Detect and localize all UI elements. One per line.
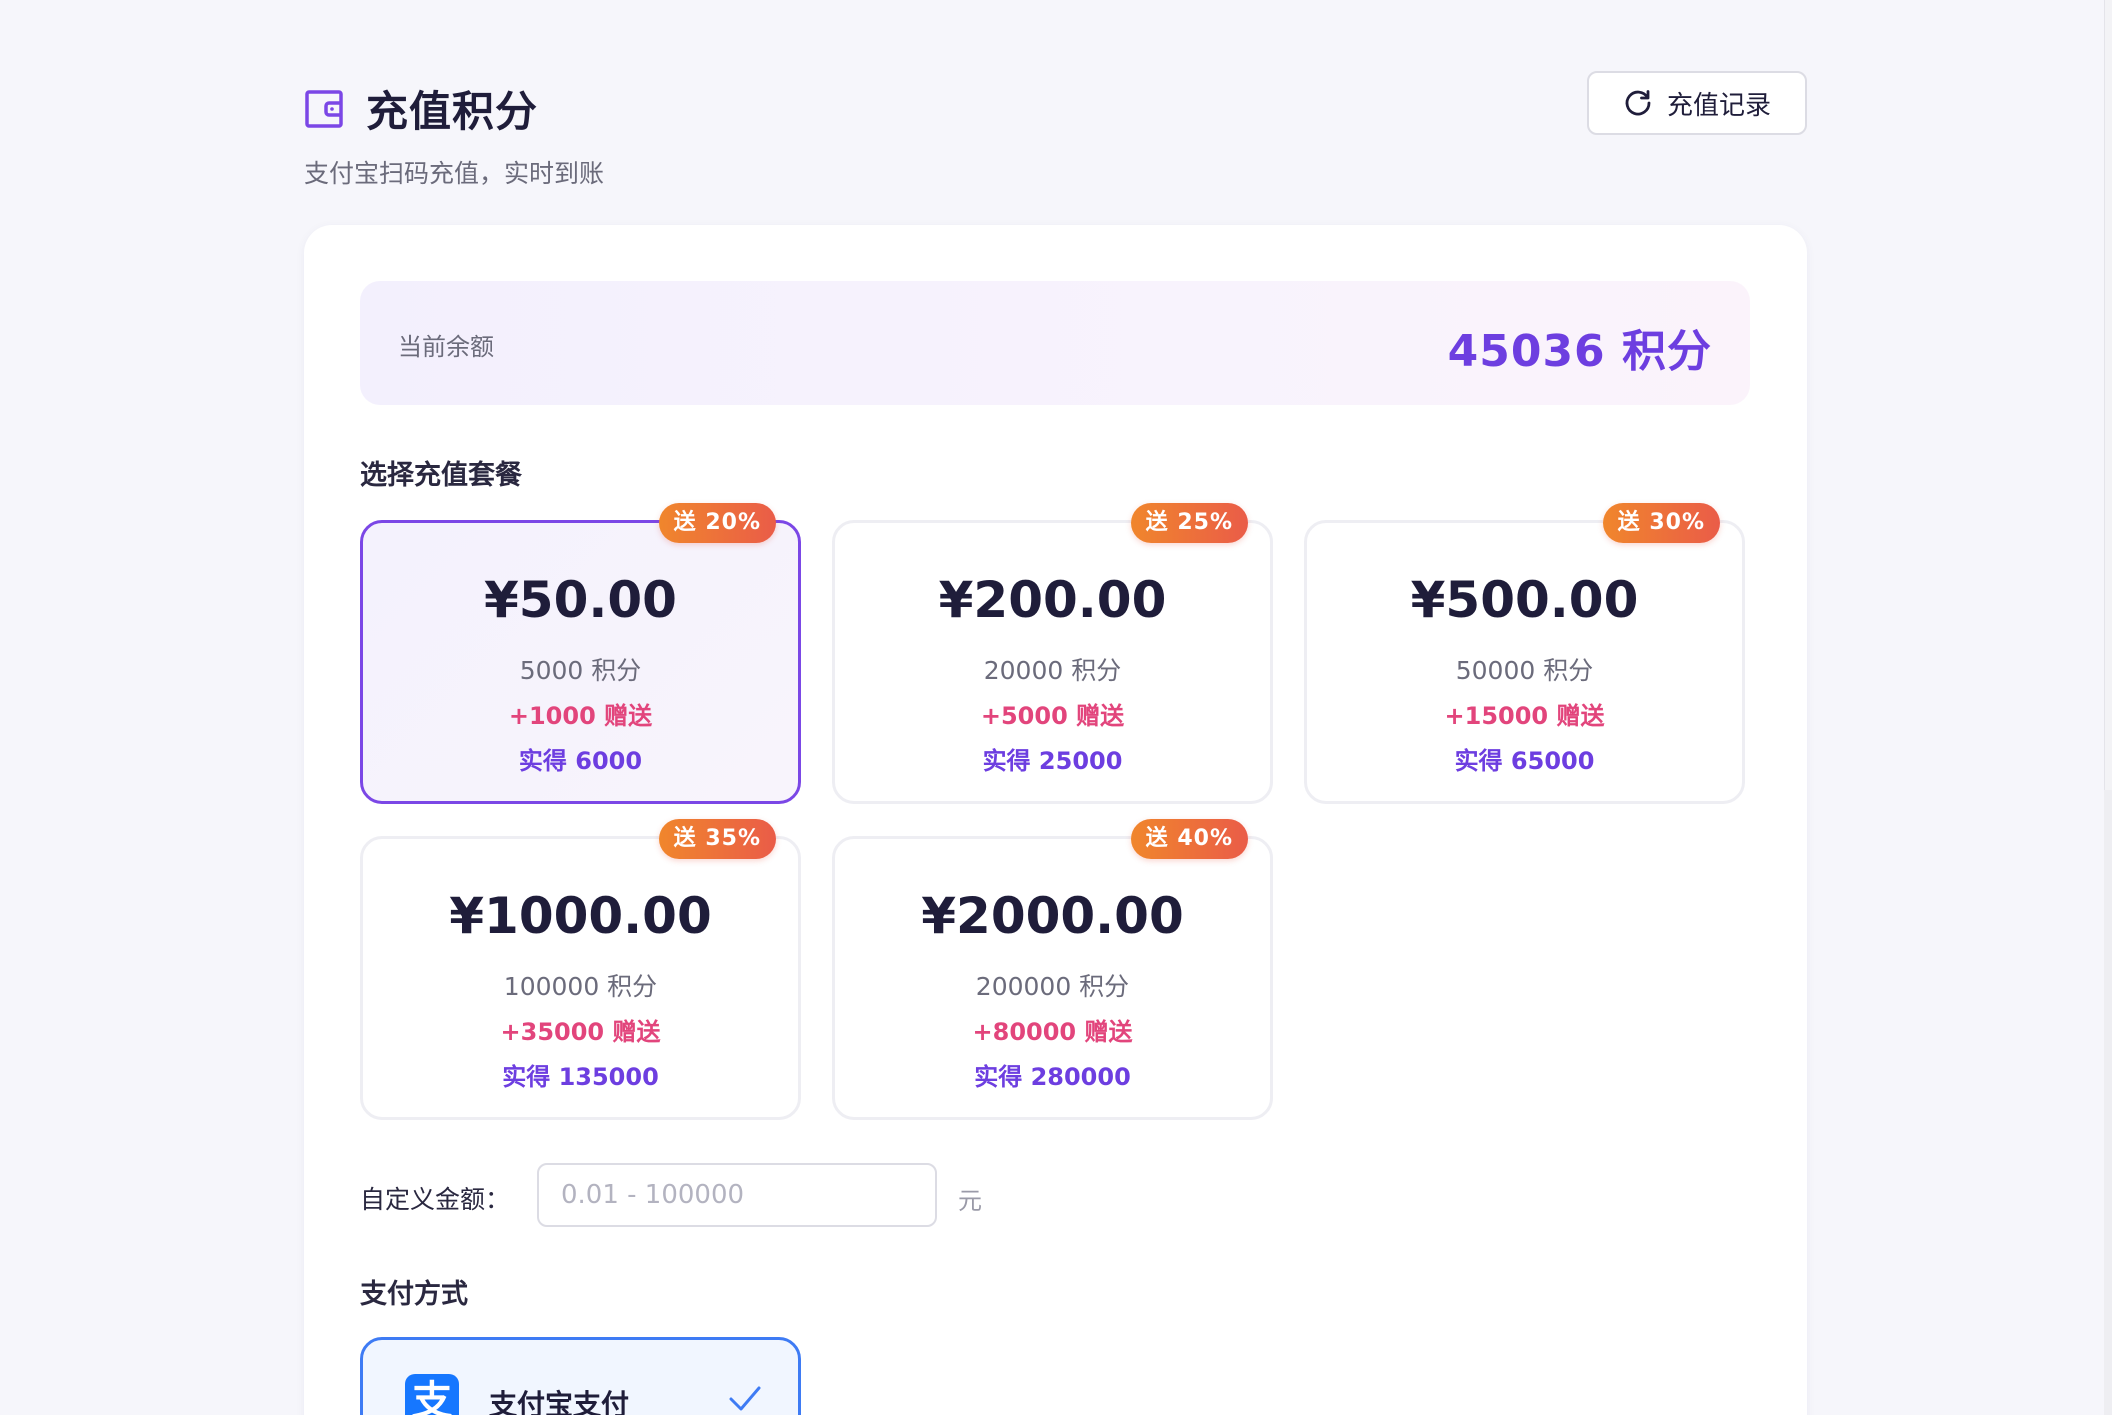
package-price: ¥1000.00: [449, 887, 712, 945]
page-header: 充值积分 支付宝扫码充值，实时到账 充值记录: [304, 71, 1807, 188]
payment-section-title: 支付方式: [360, 1279, 468, 1310]
package-points: 20000 积分: [983, 656, 1122, 685]
package-points: 50000 积分: [1455, 656, 1594, 685]
package-total: 实得 25000: [982, 747, 1123, 775]
balance-label: 当前余额: [398, 333, 494, 361]
bonus-badge: 送 35%: [658, 819, 776, 859]
package-price: ¥500.00: [1410, 571, 1639, 629]
recharge-history-label: 充值记录: [1666, 89, 1771, 120]
package-card-1000[interactable]: 送 35% ¥1000.00 100000 积分 +35000 赠送 实得 13…: [360, 819, 801, 1120]
packages-section-title: 选择充值套餐: [360, 460, 522, 491]
package-price: ¥2000.00: [921, 887, 1184, 945]
package-card-500[interactable]: 送 30% ¥500.00 50000 积分 +15000 赠送 实得 6500…: [1304, 503, 1745, 804]
custom-amount-unit: 元: [958, 1187, 982, 1215]
bonus-badge: 送 40%: [1130, 819, 1248, 859]
page-scrollbar[interactable]: [2104, 0, 2112, 1415]
package-total: 实得 280000: [974, 1063, 1131, 1091]
package-total: 实得 6000: [518, 747, 643, 775]
balance-value: 45036 积分: [1447, 326, 1712, 377]
package-total: 实得 65000: [1454, 747, 1595, 775]
bonus-badge: 送 25%: [1130, 503, 1248, 543]
bonus-badge: 送 30%: [1602, 503, 1720, 543]
package-total: 实得 135000: [502, 1063, 659, 1091]
package-card-50[interactable]: 送 20% ¥50.00 5000 积分 +1000 赠送 实得 6000: [360, 503, 801, 804]
package-card-200[interactable]: 送 25% ¥200.00 20000 积分 +5000 赠送 实得 25000: [832, 503, 1273, 804]
title-row: 充值积分: [304, 78, 538, 139]
package-card-2000[interactable]: 送 40% ¥2000.00 200000 积分 +80000 赠送 实得 28…: [832, 819, 1273, 1120]
package-points: 5000 积分: [519, 656, 642, 685]
package-points: 200000 积分: [975, 972, 1130, 1001]
page-title: 充值积分: [366, 87, 539, 136]
balance-panel: 当前余额 45036 积分: [360, 281, 1750, 405]
recharge-card: 当前余额 45036 积分 选择充值套餐 送 20% ¥50.00 5000 积…: [304, 225, 1807, 1415]
package-bonus: +5000 赠送: [980, 702, 1125, 730]
package-bonus: +1000 赠送: [508, 702, 653, 730]
payment-method-label: 支付宝支付: [489, 1388, 630, 1415]
package-price: ¥50.00: [484, 571, 677, 629]
package-bonus: +35000 赠送: [500, 1018, 661, 1046]
package-points: 100000 积分: [503, 972, 658, 1001]
wallet-icon: [305, 89, 343, 128]
check-icon: [729, 1386, 761, 1411]
alipay-option[interactable]: 支 支付宝支付: [360, 1337, 801, 1415]
custom-amount-label: 自定义金额：: [360, 1185, 511, 1214]
refresh-icon: [1625, 90, 1651, 116]
recharge-history-button[interactable]: 充值记录: [1587, 71, 1807, 135]
package-price: ¥200.00: [938, 571, 1167, 629]
package-bonus: +80000 赠送: [972, 1018, 1133, 1046]
scrollbar-thumb[interactable]: [2104, 0, 2112, 790]
custom-amount-input[interactable]: [537, 1163, 937, 1227]
package-bonus: +15000 赠送: [1444, 702, 1605, 730]
bonus-badge: 送 20%: [658, 503, 776, 543]
alipay-icon: 支: [405, 1374, 459, 1415]
page-subtitle: 支付宝扫码充值，实时到账: [304, 159, 605, 188]
